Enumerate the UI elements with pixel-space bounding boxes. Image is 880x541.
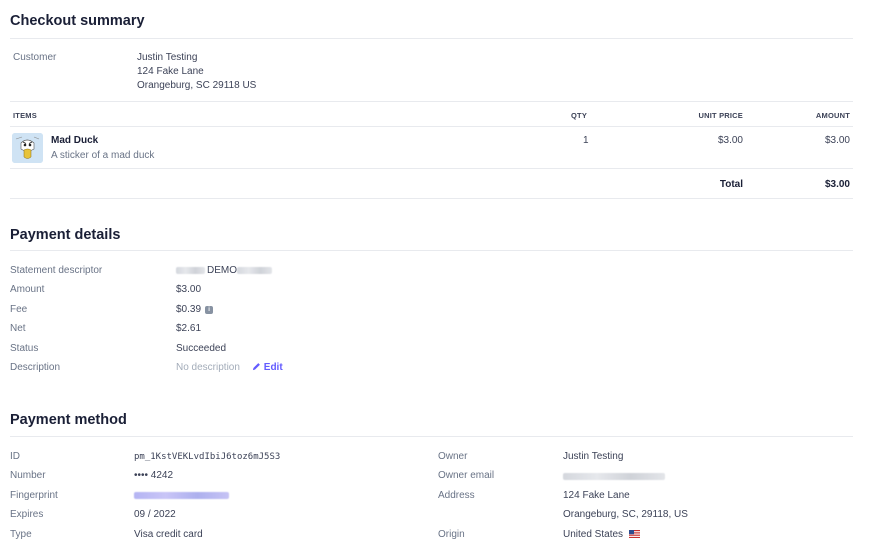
fee-row: $0.39 i <box>176 304 214 315</box>
pm-number-value: •••• 4242 <box>134 470 174 481</box>
status-label: Status <box>10 343 39 354</box>
us-flag-icon <box>628 530 640 538</box>
pm-origin-label: Origin <box>438 529 465 540</box>
amount-label: Amount <box>10 284 45 295</box>
divider <box>10 198 853 199</box>
description-placeholder: No description <box>176 362 240 373</box>
item-description: A sticker of a mad duck <box>51 150 155 161</box>
pm-origin-row: United States <box>563 529 640 540</box>
pm-number-label: Number <box>10 470 46 481</box>
item-unit-price: $3.00 <box>717 135 743 146</box>
edit-label: Edit <box>263 362 283 373</box>
customer-label: Customer <box>13 52 57 63</box>
net-value: $2.61 <box>176 323 202 334</box>
fee-label: Fee <box>10 304 28 315</box>
description-label: Description <box>10 362 61 373</box>
edit-description-button[interactable]: Edit <box>252 362 283 373</box>
duck-sticker-image <box>12 133 43 163</box>
divider <box>10 436 853 437</box>
payment-method-title: Payment method <box>10 412 127 428</box>
statement-descriptor-value: DEMO <box>207 265 237 276</box>
pencil-icon <box>252 363 260 371</box>
pm-type-value: Visa credit card <box>134 529 203 540</box>
divider <box>10 38 853 39</box>
fee-value: $0.39 <box>176 304 202 315</box>
total-label: Total <box>719 179 743 190</box>
amount-value: $3.00 <box>176 284 202 295</box>
pm-fingerprint-label: Fingerprint <box>10 490 58 501</box>
pm-expires-value: 09 / 2022 <box>134 509 176 520</box>
pm-id-label: ID <box>10 451 20 462</box>
pm-type-label: Type <box>10 529 32 540</box>
item-name[interactable]: Mad Duck <box>51 135 98 146</box>
payment-details-title: Payment details <box>10 227 121 243</box>
redacted-text <box>563 473 665 480</box>
customer-address-line2: Orangeburg, SC 29118 US <box>137 80 257 91</box>
pm-origin-value: United States <box>563 529 624 540</box>
statement-descriptor-label: Statement descriptor <box>10 265 103 276</box>
pm-id-value[interactable]: pm_1KstVEKLvdIbiJ6toz6mJ5S3 <box>134 452 280 462</box>
item-qty: 1 <box>583 135 589 146</box>
pm-owner-label: Owner <box>438 451 468 462</box>
redacted-text <box>176 267 205 274</box>
pm-address-line2: Orangeburg, SC, 29118, US <box>563 509 688 520</box>
divider <box>10 101 853 102</box>
net-label: Net <box>10 323 26 334</box>
redacted-text <box>237 267 272 274</box>
fingerprint-link[interactable] <box>134 492 229 499</box>
column-header-items: ITEMS <box>13 111 37 120</box>
pm-owner-value: Justin Testing <box>563 451 624 462</box>
customer-name[interactable]: Justin Testing <box>137 52 197 63</box>
pm-expires-label: Expires <box>10 509 44 520</box>
checkout-summary-title: Checkout summary <box>10 13 145 29</box>
column-header-amount: AMOUNT <box>815 111 850 120</box>
divider <box>10 126 853 127</box>
pm-address-line1: 124 Fake Lane <box>563 490 630 501</box>
item-amount: $3.00 <box>824 135 850 146</box>
column-header-qty: QTY <box>571 111 588 120</box>
status-value: Succeeded <box>176 343 227 354</box>
customer-address-line1: 124 Fake Lane <box>137 66 204 77</box>
divider <box>10 250 853 251</box>
pm-owner-email-label: Owner email <box>438 470 495 481</box>
column-header-unit-price: UNIT PRICE <box>698 111 743 120</box>
pm-address-label: Address <box>438 490 475 501</box>
total-value: $3.00 <box>824 179 850 190</box>
info-icon[interactable]: i <box>205 306 214 314</box>
divider <box>10 168 853 169</box>
